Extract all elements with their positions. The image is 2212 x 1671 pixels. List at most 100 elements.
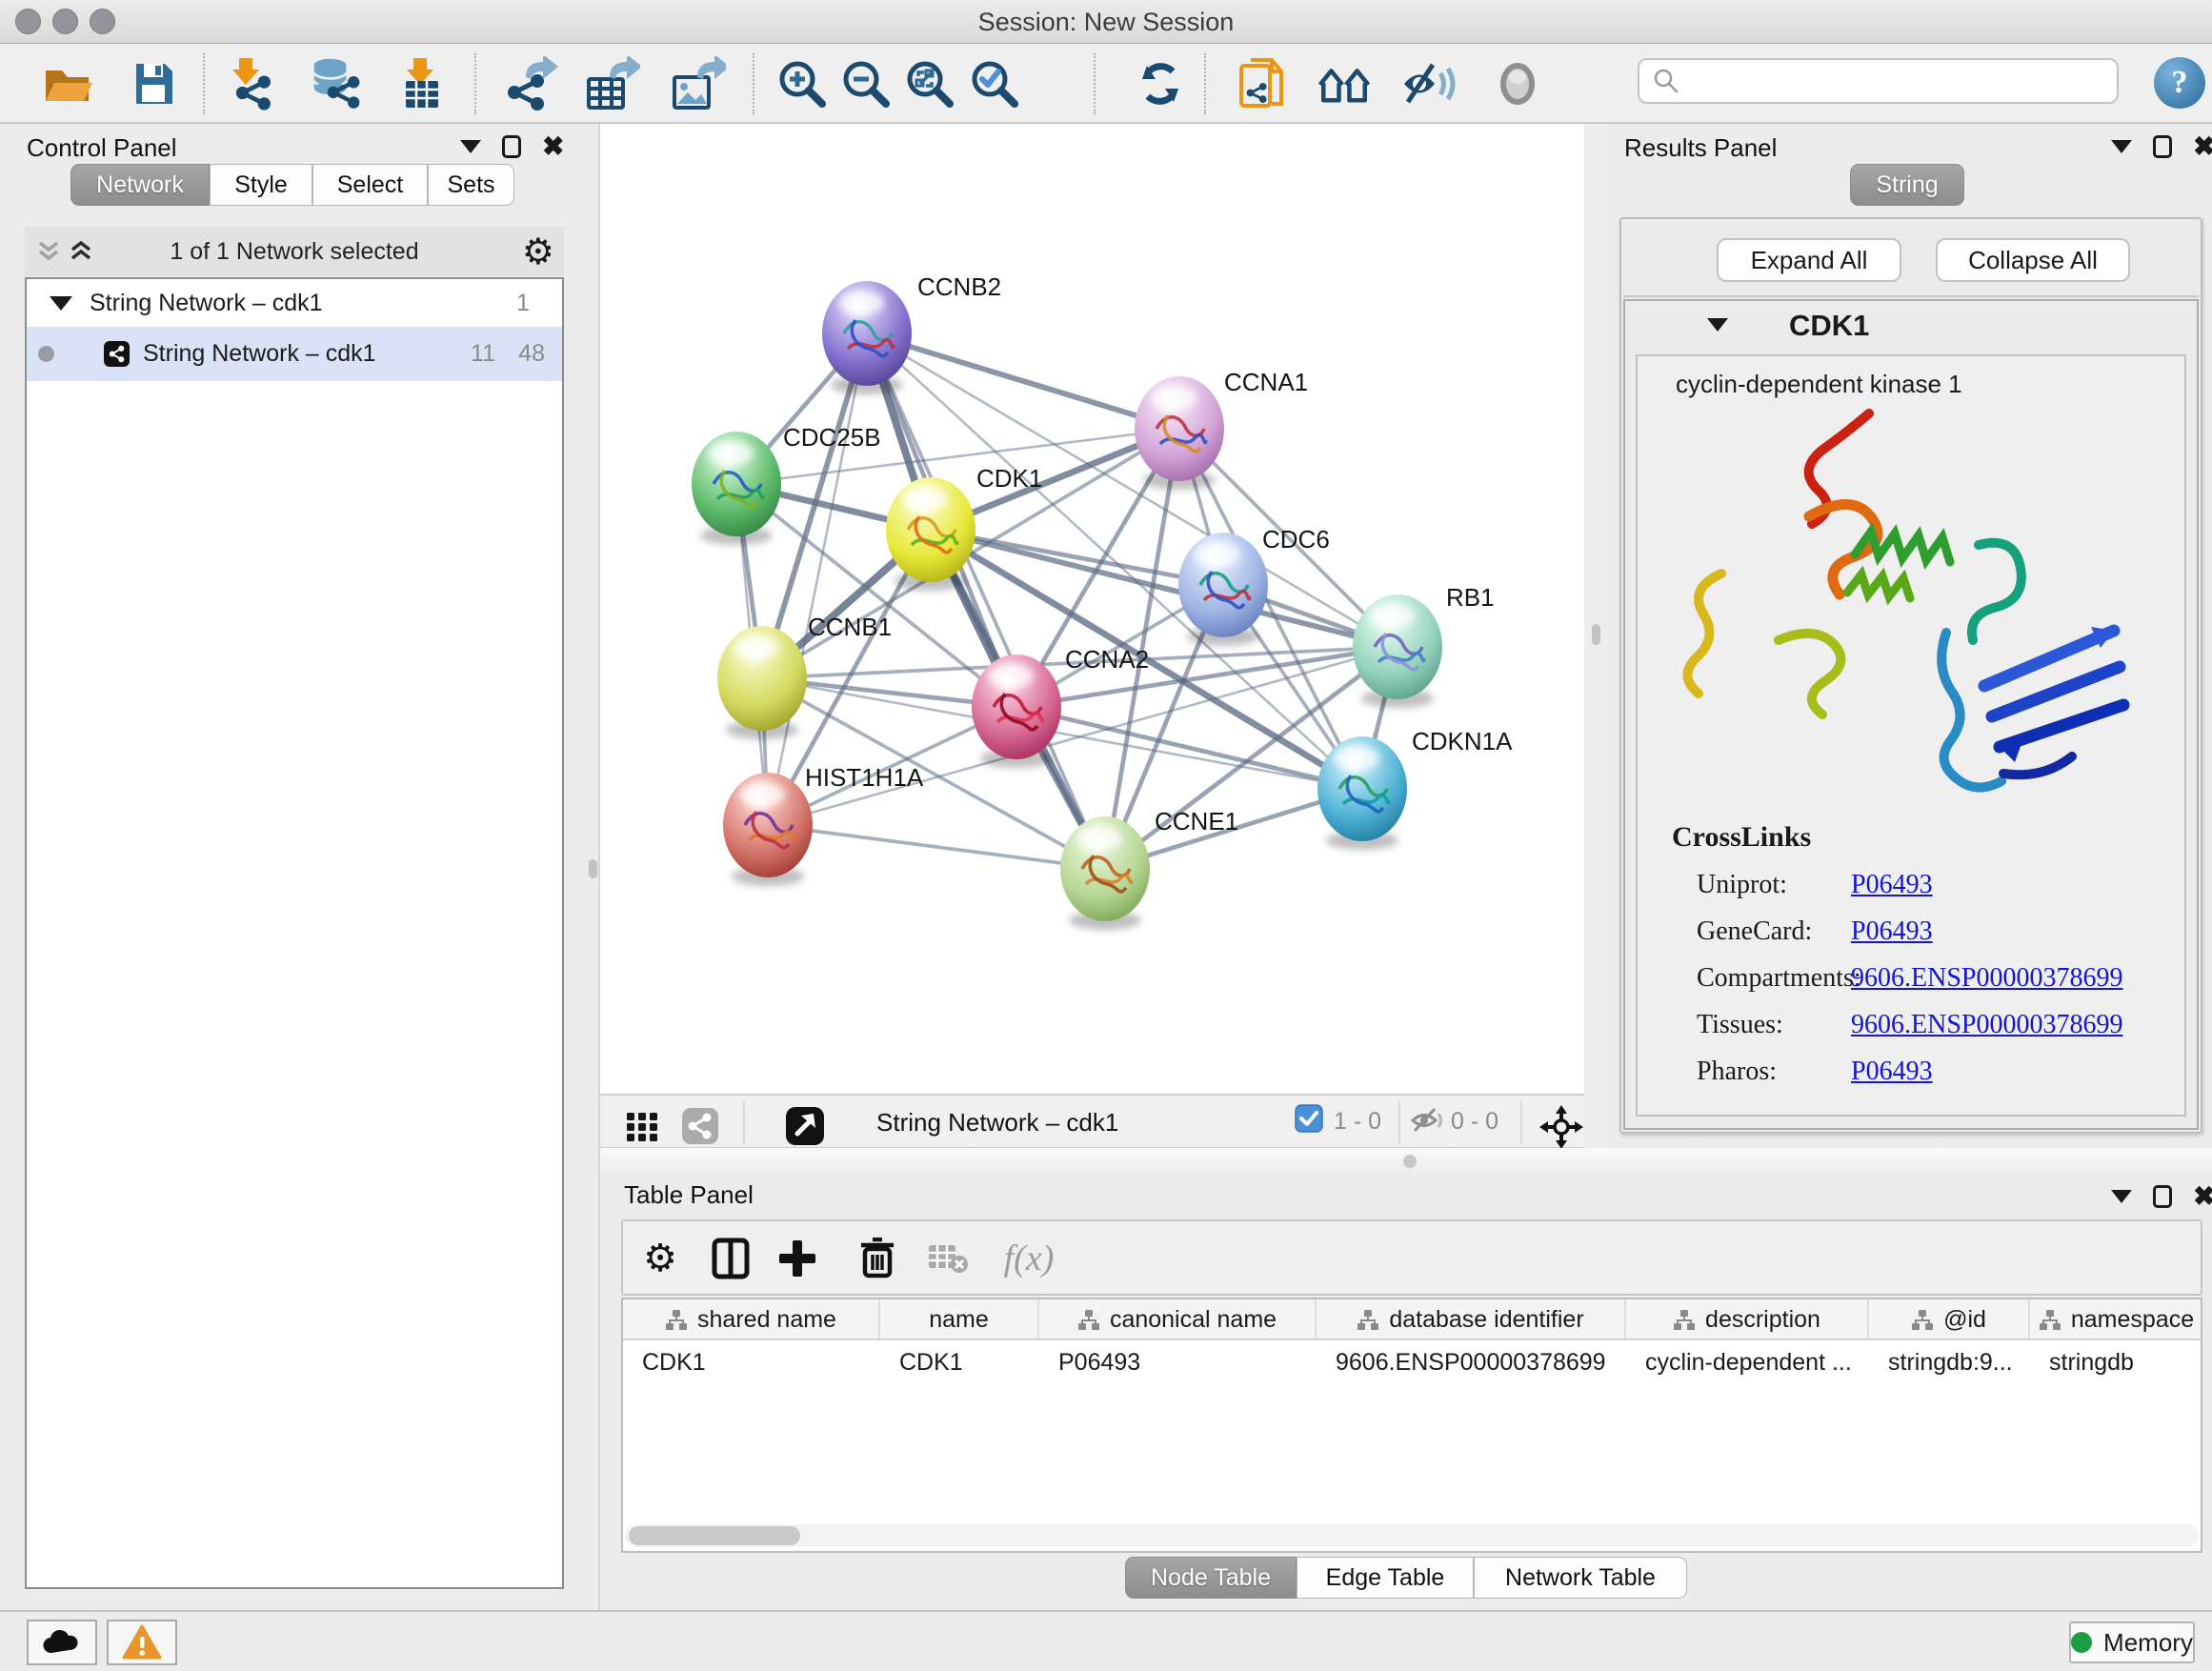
fit-selected-crosshair-icon[interactable] xyxy=(1534,1099,1589,1155)
network-node-CCNB2[interactable] xyxy=(822,281,912,394)
open-session-icon[interactable] xyxy=(41,56,96,111)
cdk1-section-header[interactable]: CDK1 xyxy=(1625,301,2197,351)
zoom-out-icon[interactable] xyxy=(838,56,894,111)
network-collection-row[interactable]: String Network – cdk1 1 xyxy=(27,279,562,327)
network-list-view-icon[interactable] xyxy=(673,1098,728,1154)
left-splitter-handle[interactable] xyxy=(589,859,597,878)
export-table-icon[interactable] xyxy=(586,56,641,111)
left-splitter[interactable] xyxy=(587,124,600,1610)
network-node-CDKN1A[interactable] xyxy=(1317,736,1407,850)
network-node-HIST1H1A[interactable] xyxy=(723,773,813,886)
network-canvas[interactable]: CCNB2CCNA1CDC25BCDK1CDC6RB1CCNB1CCNA2CDK… xyxy=(600,124,1584,1094)
expand-all-button[interactable]: Expand All xyxy=(1717,238,1901,282)
table-row[interactable]: CDK1CDK1P064939606.ENSP00000378699cyclin… xyxy=(623,1342,2201,1383)
table-cell[interactable]: cyclin-dependent ... xyxy=(1626,1342,1869,1383)
tab-node-table[interactable]: Node Table xyxy=(1125,1557,1297,1599)
panel-menu-icon[interactable] xyxy=(460,140,481,153)
delete-table-icon[interactable] xyxy=(922,1233,974,1284)
import-network-from-file-icon[interactable] xyxy=(224,56,279,111)
panel-menu-icon[interactable] xyxy=(2111,140,2132,153)
collapse-all-button[interactable]: Collapse All xyxy=(1936,238,2130,282)
panel-menu-icon[interactable] xyxy=(2111,1190,2132,1203)
show-graphics-details-icon[interactable] xyxy=(1400,56,1456,111)
table-cell[interactable]: stringdb:9... xyxy=(1869,1342,2030,1383)
tab-sets[interactable]: Sets xyxy=(428,164,514,206)
inactive-eye-icon[interactable] xyxy=(1490,56,1545,111)
network-row-selected[interactable]: String Network – cdk1 11 48 xyxy=(27,327,562,381)
network-node-RB1[interactable] xyxy=(1353,594,1442,708)
section-collapse-icon[interactable] xyxy=(1707,318,1728,332)
tab-select[interactable]: Select xyxy=(312,164,428,206)
zoom-fit-icon[interactable] xyxy=(902,56,957,111)
import-network-from-database-icon[interactable] xyxy=(311,56,366,111)
crosslink-value-link[interactable]: 9606.ENSP00000378699 xyxy=(1851,963,2122,994)
table-hscrollbar[interactable] xyxy=(625,1524,2199,1547)
export-network-icon[interactable] xyxy=(504,56,559,111)
birds-eye-view-icon[interactable] xyxy=(777,1098,833,1154)
tab-network-table[interactable]: Network Table xyxy=(1474,1557,1687,1599)
selected-checkbox-icon[interactable] xyxy=(1295,1104,1323,1133)
show-columns-icon[interactable] xyxy=(705,1233,756,1284)
network-edge[interactable] xyxy=(1016,707,1362,789)
import-table-from-file-icon[interactable] xyxy=(392,56,448,111)
network-node-CCNA1[interactable] xyxy=(1135,376,1224,490)
add-column-icon[interactable] xyxy=(772,1233,823,1284)
tab-edge-table[interactable]: Edge Table xyxy=(1297,1557,1474,1599)
network-node-CCNB1[interactable] xyxy=(717,626,807,739)
table-cell[interactable]: CDK1 xyxy=(623,1342,880,1383)
refresh-view-icon[interactable] xyxy=(1133,56,1188,111)
table-cell[interactable]: P06493 xyxy=(1039,1342,1317,1383)
zoom-in-icon[interactable] xyxy=(774,56,830,111)
column-header-namespace[interactable]: namespace xyxy=(2030,1299,2201,1340)
column-header-database-identifier[interactable]: database identifier xyxy=(1317,1299,1626,1340)
zoom-selected-icon[interactable] xyxy=(967,56,1022,111)
table-cell[interactable]: stringdb xyxy=(2030,1342,2201,1383)
column-header-shared-name[interactable]: shared name xyxy=(623,1299,880,1340)
network-edge[interactable] xyxy=(867,333,1179,429)
window-close-button[interactable] xyxy=(15,9,41,34)
crosslink-value-link[interactable]: 9606.ENSP00000378699 xyxy=(1851,1010,2122,1040)
function-builder-icon[interactable]: f(x) xyxy=(993,1233,1065,1284)
network-options-gear-icon[interactable]: ⚙ xyxy=(522,231,554,273)
panel-float-icon[interactable] xyxy=(2153,1185,2172,1208)
column-header-canonical-name[interactable]: canonical name xyxy=(1039,1299,1317,1340)
column-header-description[interactable]: description xyxy=(1626,1299,1869,1340)
panel-close-icon[interactable]: ✖ xyxy=(542,135,564,158)
panel-float-icon[interactable] xyxy=(502,135,521,158)
crosslink-value-link[interactable]: P06493 xyxy=(1851,870,1933,900)
delete-column-trash-icon[interactable] xyxy=(852,1233,903,1284)
column-header--id[interactable]: @id xyxy=(1869,1299,2030,1340)
crosslink-value-link[interactable]: P06493 xyxy=(1851,916,1933,947)
right-splitter[interactable] xyxy=(1584,124,1608,1148)
network-node-CDC25B[interactable] xyxy=(692,432,781,545)
save-session-icon[interactable] xyxy=(126,56,181,111)
export-image-icon[interactable] xyxy=(672,56,727,111)
tab-network[interactable]: Network xyxy=(70,164,210,206)
window-minimize-button[interactable] xyxy=(52,9,78,34)
warning-button[interactable] xyxy=(107,1620,177,1665)
table-hscrollbar-thumb[interactable] xyxy=(629,1526,800,1545)
horizontal-divider-handle[interactable] xyxy=(1403,1155,1417,1168)
panel-float-icon[interactable] xyxy=(2153,135,2172,158)
network-edge[interactable] xyxy=(768,825,1105,869)
window-zoom-button[interactable] xyxy=(90,9,115,34)
table-settings-gear-icon[interactable]: ⚙ xyxy=(634,1233,686,1284)
clone-network-icon[interactable] xyxy=(1237,56,1292,111)
hidden-elements-icon[interactable] xyxy=(1408,1103,1448,1137)
panel-close-icon[interactable]: ✖ xyxy=(2193,135,2212,158)
search-input[interactable] xyxy=(1689,62,2117,100)
results-tab-string[interactable]: String xyxy=(1850,164,1964,206)
horizontal-divider[interactable] xyxy=(600,1148,2212,1174)
tab-style[interactable]: Style xyxy=(210,164,312,206)
crosslink-value-link[interactable]: P06493 xyxy=(1851,1057,1933,1087)
table-cell[interactable]: CDK1 xyxy=(880,1342,1039,1383)
right-splitter-handle[interactable] xyxy=(1592,624,1600,645)
grid-view-icon[interactable] xyxy=(615,1098,671,1154)
cloud-button[interactable] xyxy=(27,1620,97,1665)
column-header-name[interactable]: name xyxy=(880,1299,1039,1340)
show-hide-panels-icon[interactable] xyxy=(1317,56,1372,111)
help-button[interactable]: ? xyxy=(2154,57,2205,109)
tree-expander-icon[interactable] xyxy=(50,296,72,311)
table-cell[interactable]: 9606.ENSP00000378699 xyxy=(1317,1342,1626,1383)
memory-button[interactable]: Memory xyxy=(2069,1621,2195,1663)
